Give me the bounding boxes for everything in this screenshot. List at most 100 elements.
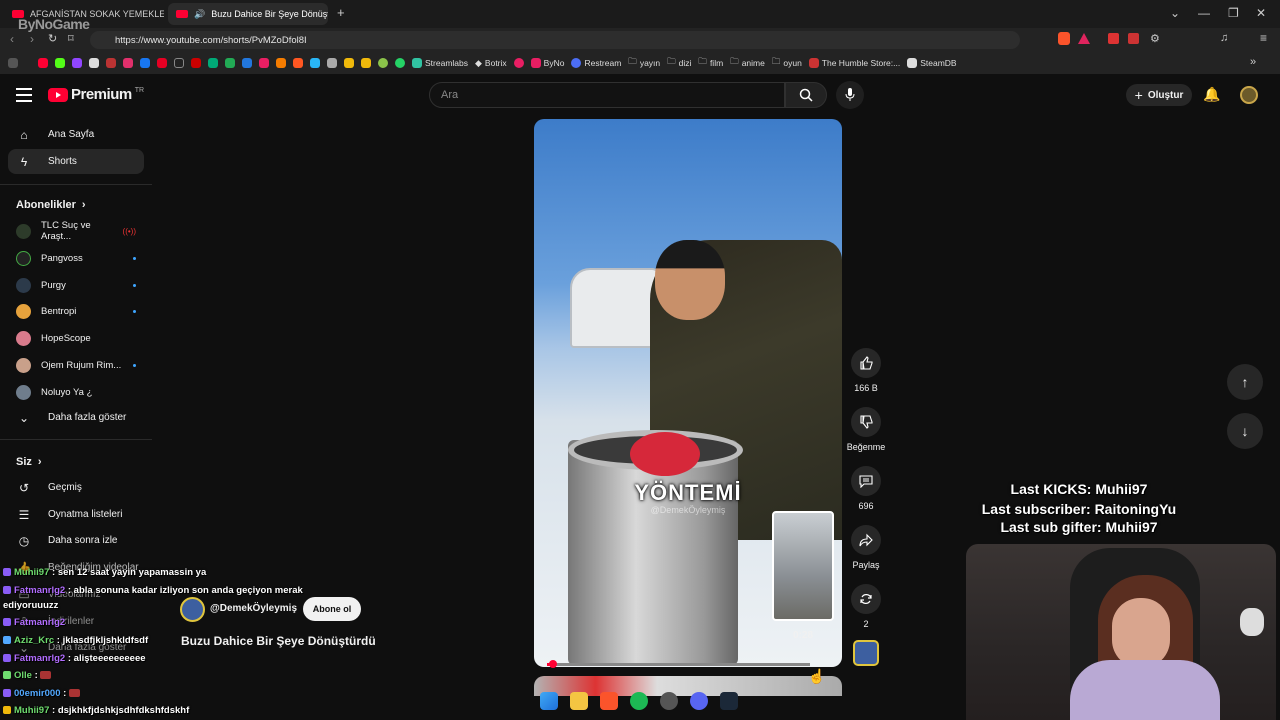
- discord-icon[interactable]: [690, 692, 708, 710]
- subscription-item[interactable]: Noluyo Ya ¿: [16, 383, 136, 401]
- bookmark-icon[interactable]: [225, 58, 235, 68]
- bookmark-folder[interactable]: 🗀 yayın: [628, 56, 660, 70]
- bookmark-icon[interactable]: [259, 58, 269, 68]
- extension-icon[interactable]: [1128, 33, 1139, 44]
- create-button[interactable]: + Oluştur: [1126, 84, 1192, 106]
- more-bookmarks-icon[interactable]: »: [1250, 56, 1256, 68]
- binance-bookmark-icon[interactable]: [361, 58, 371, 68]
- bookmark-item[interactable]: ByNo: [530, 58, 564, 68]
- sidebar-item-watch-later[interactable]: ◷ Daha sonra izle: [8, 528, 144, 553]
- minimize-icon[interactable]: —: [1198, 6, 1210, 20]
- bookmark-item[interactable]: SteamDB: [907, 58, 957, 68]
- bookmark-item[interactable]: Streamlabs: [412, 58, 468, 68]
- tab-search-icon[interactable]: ⌄: [1170, 6, 1180, 20]
- remix-action[interactable]: 2: [848, 584, 884, 629]
- back-icon[interactable]: ‹: [10, 32, 14, 46]
- subscription-item[interactable]: Bentropi: [16, 302, 136, 320]
- search-button[interactable]: [785, 82, 827, 108]
- bookmark-folder[interactable]: 🗀 dizi: [667, 56, 691, 70]
- notifications-bell-icon[interactable]: 🔔: [1203, 86, 1220, 103]
- bookmark-icon[interactable]: ⌑: [68, 32, 74, 45]
- like-action[interactable]: 166 B: [848, 348, 884, 393]
- thumbs-up-icon[interactable]: [851, 348, 881, 378]
- bookmark-icon[interactable]: [106, 58, 116, 68]
- hamburger-menu-icon[interactable]: [16, 88, 32, 102]
- comment-icon[interactable]: [851, 466, 881, 496]
- sound-thumbnail[interactable]: [853, 640, 879, 666]
- menu-icon[interactable]: ≡: [1260, 31, 1267, 45]
- bookmark-folder[interactable]: 🗀 oyun: [772, 56, 802, 70]
- bookmark-folder[interactable]: 🗀 anime: [730, 56, 765, 70]
- search-input[interactable]: Ara: [429, 82, 785, 108]
- bookmark-icon[interactable]: [276, 58, 286, 68]
- tiktok-bookmark-icon[interactable]: [174, 58, 184, 68]
- new-tab-button[interactable]: +: [337, 5, 345, 20]
- comments-action[interactable]: 696: [848, 466, 884, 511]
- twitch-bookmark-icon[interactable]: [72, 58, 82, 68]
- channel-avatar[interactable]: [180, 597, 205, 622]
- video-progress-bar[interactable]: [547, 663, 810, 666]
- bookmark-item[interactable]: Restream: [571, 58, 621, 68]
- whatsapp-bookmark-icon[interactable]: [395, 58, 405, 68]
- bookmark-icon[interactable]: [310, 58, 320, 68]
- voice-search-button[interactable]: [836, 81, 864, 109]
- short-title[interactable]: Buzu Dahice Bir Şeye Dönüştürdü: [181, 634, 376, 648]
- bookmark-item[interactable]: The Humble Store:...: [808, 58, 900, 68]
- show-more-subscriptions[interactable]: ⌄ Daha fazla göster: [8, 405, 144, 430]
- remix-icon[interactable]: [851, 584, 881, 614]
- facebook-bookmark-icon[interactable]: [140, 58, 150, 68]
- instagram-bookmark-icon[interactable]: [123, 58, 133, 68]
- sidebar-item-playlists[interactable]: ☰ Oynatma listeleri: [8, 502, 144, 527]
- bookmark-icon[interactable]: [378, 58, 388, 68]
- brave-rewards-icon[interactable]: [1078, 33, 1090, 44]
- bookmark-icon[interactable]: [344, 58, 354, 68]
- you-section-header[interactable]: Siz ›: [16, 456, 42, 468]
- bookmark-icon[interactable]: [208, 58, 218, 68]
- sidebar-item-history[interactable]: ↺ Geçmiş: [8, 475, 144, 500]
- subscription-item[interactable]: Purgy: [16, 276, 136, 294]
- sidebar-item-shorts[interactable]: ϟ Shorts: [8, 149, 144, 174]
- subscription-item[interactable]: HopeScope: [16, 329, 136, 347]
- browser-tab-active[interactable]: 🔊 Buzu Dahice Bir Şeye Dönüştürdü ✕: [168, 3, 328, 25]
- maximize-icon[interactable]: ❐: [1228, 6, 1239, 20]
- subscription-item[interactable]: Ojem Rujum Rim...: [16, 356, 136, 374]
- subscriptions-header[interactable]: Abonelikler ›: [16, 199, 86, 211]
- bookmark-icon[interactable]: [513, 58, 524, 68]
- pinterest-bookmark-icon[interactable]: [157, 58, 167, 68]
- bookmark-icon[interactable]: [242, 58, 252, 68]
- apps-icon[interactable]: [8, 58, 18, 68]
- subscribe-button[interactable]: Abone ol: [303, 597, 361, 621]
- spotify-icon[interactable]: [630, 692, 648, 710]
- account-avatar[interactable]: [1240, 86, 1258, 104]
- close-window-icon[interactable]: ✕: [1256, 6, 1266, 20]
- reload-icon[interactable]: ↻: [48, 32, 57, 45]
- bookmark-icon[interactable]: [293, 58, 303, 68]
- sidebar-item-home[interactable]: ⌂ Ana Sayfa: [8, 122, 144, 147]
- subscription-item[interactable]: Pangvoss: [16, 249, 136, 267]
- media-icon[interactable]: ♫: [1220, 32, 1228, 44]
- x-bookmark-icon[interactable]: [89, 58, 99, 68]
- share-icon[interactable]: [851, 525, 881, 555]
- brave-browser-icon[interactable]: [600, 692, 618, 710]
- bookmark-item[interactable]: ◆ Botrix: [475, 58, 507, 69]
- bookmark-icon[interactable]: [191, 58, 201, 68]
- steam-icon[interactable]: [720, 692, 738, 710]
- dislike-action[interactable]: Beğenme: [847, 407, 885, 452]
- kick-bookmark-icon[interactable]: [55, 58, 65, 68]
- file-explorer-icon[interactable]: [570, 692, 588, 710]
- share-action[interactable]: Paylaş: [848, 525, 884, 570]
- extensions-icon[interactable]: ⚙: [1150, 32, 1160, 45]
- youtube-premium-logo[interactable]: Premium TR: [48, 86, 144, 103]
- bookmark-icon[interactable]: [327, 58, 337, 68]
- subscription-item[interactable]: TLC Suç ve Araşt... ((•)): [16, 220, 136, 242]
- obs-icon[interactable]: [660, 692, 678, 710]
- previous-short-button[interactable]: ↑: [1227, 364, 1263, 400]
- url-field[interactable]: https://www.youtube.com/shorts/PvMZoDfol…: [90, 31, 1020, 49]
- next-short-button[interactable]: ↓: [1227, 413, 1263, 449]
- thumbs-down-icon[interactable]: [851, 407, 881, 437]
- forward-icon[interactable]: ›: [30, 32, 34, 46]
- windows-start-icon[interactable]: [540, 692, 558, 710]
- bookmark-folder[interactable]: 🗀 film: [698, 56, 723, 70]
- brave-shield-icon[interactable]: [1058, 32, 1070, 45]
- youtube-bookmark-icon[interactable]: [38, 58, 48, 68]
